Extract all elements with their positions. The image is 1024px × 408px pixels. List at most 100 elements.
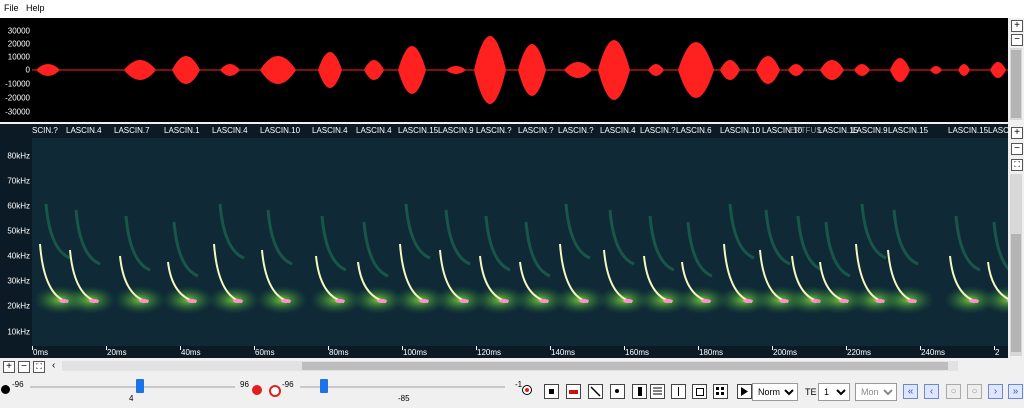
- time-tick-label: 140ms: [551, 348, 576, 357]
- time-axis: 0ms 20ms 40ms 60ms 80ms 100ms 120ms 140ms 160ms 1…: [0, 346, 1008, 358]
- play-button[interactable]: [737, 384, 752, 399]
- time-tick-label: 2: [995, 348, 1000, 357]
- call-label[interactable]: LASCIN.15: [988, 126, 1008, 135]
- call-label[interactable]: LASCIN.9: [852, 126, 888, 135]
- waveform-burst: [930, 66, 942, 74]
- waveform-panel[interactable]: 30000 20000 10000 0 -10000 -20000 -30000: [0, 18, 1008, 122]
- te-select[interactable]: 1: [818, 383, 850, 401]
- call-label[interactable]: LASCIN.4: [600, 126, 636, 135]
- waveform-burst: [318, 52, 342, 88]
- time-fit-button[interactable]: ⛶: [33, 361, 45, 373]
- call-label[interactable]: LASCIN.15: [948, 126, 988, 135]
- call-label[interactable]: LASCIN.1: [164, 126, 200, 135]
- time-tick-label: 40ms: [181, 348, 201, 357]
- time-zoom-out-button[interactable]: −: [18, 361, 30, 373]
- menu-file[interactable]: File: [4, 3, 19, 13]
- freq-tick: 60kHz: [7, 201, 30, 211]
- play-marker-button[interactable]: [522, 385, 532, 395]
- red-ring-icon[interactable]: [269, 385, 281, 397]
- gain-slider-track[interactable]: [30, 379, 235, 393]
- call-peak: [139, 299, 149, 303]
- call-label[interactable]: LASCIN.?: [476, 126, 512, 135]
- menu-help[interactable]: Help: [26, 3, 45, 13]
- red-dot-icon[interactable]: [252, 385, 262, 395]
- slider1-max: 96: [240, 380, 249, 389]
- time-tick-label: 200ms: [773, 348, 798, 357]
- call-label[interactable]: LASCIN.10: [720, 126, 760, 135]
- spectrogram-zoom-out-button[interactable]: −: [1011, 143, 1023, 155]
- waveform-burst: [598, 40, 630, 100]
- call-label[interactable]: LASCIN.?: [558, 126, 594, 135]
- call-label[interactable]: LASCIN.9: [438, 126, 474, 135]
- time-tick-label: 160ms: [625, 348, 650, 357]
- call-label[interactable]: LASCIN.4: [212, 126, 248, 135]
- waveform-burst: [890, 58, 910, 82]
- spectrogram-fit-button[interactable]: ⛶: [1011, 159, 1023, 171]
- waveform-burst: [854, 64, 870, 76]
- te-label: TE: [805, 387, 817, 397]
- refresh-view-icon[interactable]: ○: [967, 384, 982, 399]
- spectrogram-zoom-in-button[interactable]: +: [1011, 127, 1023, 139]
- call-peak: [89, 299, 99, 303]
- waveform-zoom-out-button[interactable]: −: [1011, 34, 1023, 46]
- red-bar-button[interactable]: [566, 384, 581, 399]
- horizontal-scrollbar[interactable]: [62, 361, 958, 371]
- waveform-scroll-thumb[interactable]: [1011, 50, 1021, 118]
- slider2-value: -85: [398, 394, 410, 403]
- time-tick-label: 0ms: [33, 348, 49, 357]
- call-label[interactable]: LASCIN.10: [260, 126, 300, 135]
- call-label[interactable]: LASCIN.4: [312, 126, 348, 135]
- threshold-slider-thumb[interactable]: [319, 379, 328, 393]
- call-peak: [335, 299, 345, 303]
- first-page-icon[interactable]: «: [903, 384, 918, 399]
- dot-tool-button[interactable]: [610, 384, 625, 399]
- fit-tool-button[interactable]: [692, 384, 707, 399]
- call-peak: [969, 299, 979, 303]
- mode-select[interactable]: Normal: [752, 383, 798, 401]
- next-page-icon[interactable]: ›: [988, 384, 1003, 399]
- channel-select[interactable]: Mono: [855, 383, 897, 401]
- call-peak: [743, 299, 753, 303]
- horizontal-scroll-thumb[interactable]: [302, 362, 948, 370]
- time-zoom-in-button[interactable]: +: [3, 361, 15, 373]
- time-tick-label: 120ms: [477, 348, 502, 357]
- call-label[interactable]: LASCIN.?: [640, 126, 676, 135]
- call-label[interactable]: SCIN.?: [32, 126, 58, 135]
- center-view-icon[interactable]: ○: [946, 384, 961, 399]
- call-label[interactable]: LASCIN.15: [888, 126, 928, 135]
- waveform-burst: [172, 56, 200, 84]
- call-label[interactable]: LASCIN.4: [66, 126, 102, 135]
- slider2-min: -96: [282, 380, 294, 389]
- freq-tick: 30kHz: [7, 276, 30, 286]
- cursor-tool-button[interactable]: [671, 384, 686, 399]
- diagonal-line-button[interactable]: [588, 384, 603, 399]
- call-label[interactable]: LASCIN.4: [356, 126, 392, 135]
- square-marker-button[interactable]: [544, 384, 559, 399]
- threshold-slider-track[interactable]: [300, 379, 505, 393]
- lines-tool-button[interactable]: [650, 384, 665, 399]
- last-page-icon[interactable]: »: [1008, 384, 1023, 399]
- gain-slider-thumb[interactable]: [135, 379, 144, 393]
- menu-bar: File Help: [0, 0, 1024, 18]
- call-peak: [579, 299, 589, 303]
- call-label[interactable]: LASCIN.7: [114, 126, 150, 135]
- call-label[interactable]: LASCIN.?: [518, 126, 554, 135]
- waveform-burst: [820, 60, 844, 80]
- waveform-vertical-scrollbar[interactable]: [1010, 48, 1022, 120]
- spectrogram-panel[interactable]: SCIN.? LASCIN.4 LASCIN.7 LASCIN.1 LASCIN.4 LA…: [0, 124, 1008, 358]
- previous-page-icon[interactable]: ‹: [924, 384, 939, 399]
- call-peak: [907, 299, 917, 303]
- frequency-axis: 80kHz 70kHz 60kHz 50kHz 40kHz 30kHz 20kH…: [0, 124, 32, 358]
- time-tick-label: 220ms: [847, 348, 872, 357]
- slider1-value: 4: [129, 394, 134, 403]
- call-peak: [187, 299, 197, 303]
- bar-tool-button[interactable]: [632, 384, 647, 399]
- call-label[interactable]: LASCIN.15: [398, 126, 438, 135]
- scroll-left-icon[interactable]: ‹: [52, 360, 55, 371]
- waveform-zoom-in-button[interactable]: +: [1011, 20, 1023, 32]
- spectrogram-vertical-scrollbar[interactable]: [1010, 174, 1022, 356]
- grid-tool-button[interactable]: [713, 384, 728, 399]
- spectrogram-scroll-thumb[interactable]: [1011, 234, 1021, 352]
- call-label[interactable]: EPTFUS: [790, 126, 822, 135]
- call-label[interactable]: LASCIN.6: [676, 126, 712, 135]
